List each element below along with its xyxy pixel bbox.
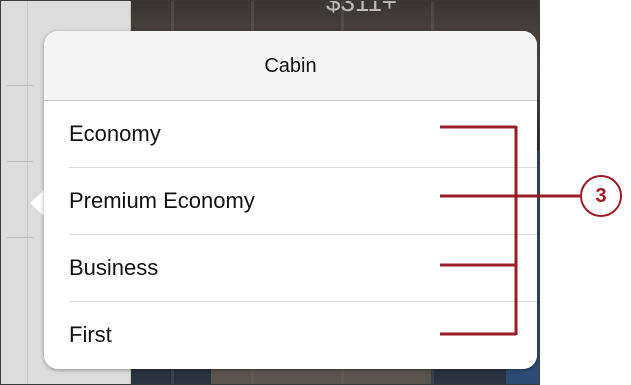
callout-bracket (440, 125, 580, 336)
callout-number-badge: 3 (580, 175, 622, 217)
